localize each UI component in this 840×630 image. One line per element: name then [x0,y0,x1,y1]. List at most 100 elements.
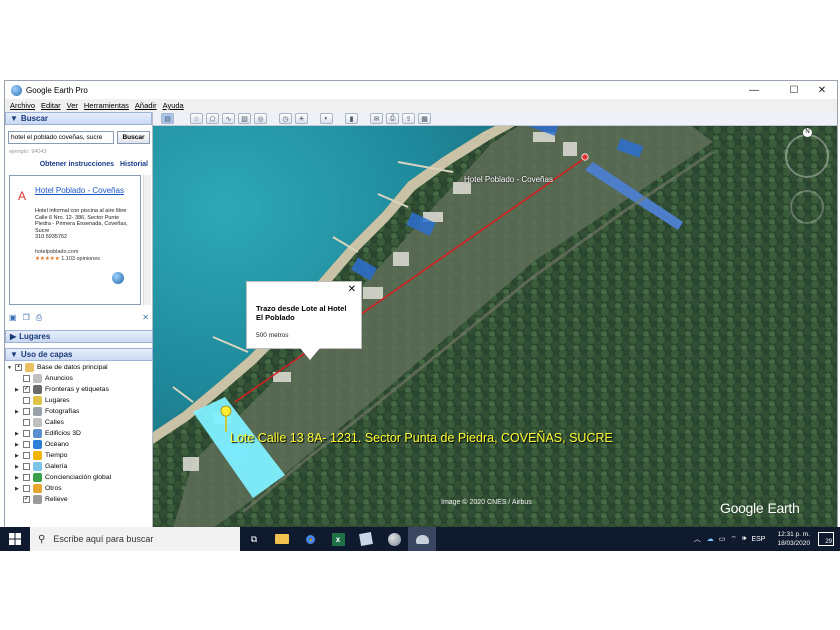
notifications-icon[interactable]: 29 [818,532,834,546]
layer-checkbox[interactable] [23,408,30,415]
layer-checkbox[interactable] [23,430,30,437]
layer-item[interactable]: ▶ Otros [5,483,153,494]
sidebar-toggle-button[interactable]: ▤ [161,113,174,124]
pan-control[interactable] [790,190,824,224]
layer-checkbox[interactable] [23,419,30,426]
layer-checkbox[interactable] [23,463,30,470]
taskbar-search[interactable]: ⚲ Escribe aquí para buscar [30,527,240,551]
close-window-button[interactable]: ✕ [807,81,837,99]
result-website[interactable]: hotelpoblado.com [35,249,78,255]
language-indicator[interactable]: ESP [751,536,765,543]
file-explorer-icon[interactable] [268,527,296,551]
print-icon[interactable]: ⎙ [36,313,42,323]
save-image-button[interactable]: ⇪ [402,113,415,124]
navigation-compass[interactable] [785,134,829,178]
menu-herramientas[interactable]: Herramientas [84,101,129,110]
lote-map-label[interactable]: Lote Calle 13 8A- 1231. Sector Punta de … [230,431,613,445]
menu-ayuda[interactable]: Ayuda [163,101,184,110]
places-panel-header[interactable]: ▶ Lugares [5,330,153,343]
planets-button[interactable]: ◐ [320,113,333,124]
notes-app-icon[interactable] [352,527,380,551]
collapse-icon[interactable]: ▼ [7,365,15,371]
add-folder-icon[interactable]: ▣ [9,313,17,323]
expand-icon[interactable]: ▶ [15,475,23,481]
layer-checkbox[interactable] [23,397,30,404]
network-icon[interactable]: ⌔ [730,535,737,544]
onedrive-icon[interactable]: ☁ [707,535,714,543]
layer-root[interactable]: ▼ ▪ Base de datos principal [5,362,153,373]
excel-icon[interactable]: x [324,527,352,551]
expand-icon[interactable]: ▶ [15,453,23,459]
layer-item[interactable]: Lugares [5,395,153,406]
layer-checkbox[interactable] [23,375,30,382]
layer-item[interactable]: Anuncios [5,373,153,384]
menu-archivo[interactable]: Archivo [10,101,35,110]
search-result[interactable]: A Hotel Poblado - Coveñas Hotel informal… [9,175,141,305]
polygon-button[interactable]: ⬠ [206,113,219,124]
print-button[interactable]: ⎙ [386,113,399,124]
minimize-button[interactable]: — [739,81,769,99]
tour-button[interactable]: ◎ [254,113,267,124]
battery-icon[interactable]: ▭ [719,535,726,543]
sunlight-button[interactable]: ☀ [295,113,308,124]
maximize-button[interactable]: ☐ [779,81,809,99]
globe-icon[interactable] [112,272,124,284]
expand-icon[interactable]: ▶ [15,442,23,448]
rating-text[interactable]: 1.103 opiniones [61,256,100,262]
menu-ver[interactable]: Ver [67,101,78,110]
clock[interactable]: 12:31 p. m. 18/03/2020 [777,530,810,548]
layer-item[interactable]: ▶ Edificios 3D [5,428,153,439]
layer-checkbox[interactable] [23,474,30,481]
search-input[interactable] [8,131,114,144]
get-directions-link[interactable]: Obtener instrucciones [40,161,114,168]
active-app-icon[interactable] [408,527,436,551]
maps-button[interactable]: ▦ [418,113,431,124]
layer-item[interactable]: ✓ Relieve [5,494,153,505]
layer-item[interactable]: ▶ Fotografías [5,406,153,417]
expand-icon[interactable]: ▶ [15,464,23,470]
search-panel-header[interactable]: ▼ Buscar [5,112,152,125]
layer-checkbox[interactable] [23,485,30,492]
balloon-close-button[interactable]: ✕ [348,284,356,295]
tray-chevron-icon[interactable]: ︿ [694,534,701,544]
expand-icon[interactable]: ▶ [15,409,23,415]
clear-search-icon[interactable]: ✕ [142,313,149,323]
placemark-button[interactable]: ☆ [190,113,203,124]
email-button[interactable]: ✉ [370,113,383,124]
layer-checkbox[interactable] [23,452,30,459]
volume-icon[interactable]: 🕪 [742,535,746,543]
result-scrollbar[interactable] [143,175,151,305]
task-view-icon[interactable]: ⧉ [240,527,268,551]
menu-editar[interactable]: Editar [41,101,61,110]
layer-item[interactable]: Calles [5,417,153,428]
layer-item[interactable]: ▶ Tiempo [5,450,153,461]
google-earth-window: Google Earth Pro — ☐ ✕ Archivo Editar Ve… [4,80,838,550]
expand-icon[interactable]: ▶ [15,387,23,393]
balloon-tail [300,348,320,360]
ruler-button[interactable]: ▮ [345,113,358,124]
path-button[interactable]: ∿ [222,113,235,124]
overlay-button[interactable]: ▧ [238,113,251,124]
result-name-link[interactable]: Hotel Poblado - Coveñas [35,186,130,195]
expand-icon[interactable]: ▶ [15,486,23,492]
expand-icon[interactable]: ▶ [15,431,23,437]
layer-root-checkbox[interactable]: ▪ [15,364,22,371]
layer-item[interactable]: ▶ Océano [5,439,153,450]
hotel-map-label[interactable]: Hotel Poblado - Coveñas [464,175,553,184]
copy-icon[interactable]: ❐ [23,313,30,323]
north-indicator[interactable]: N [803,128,812,137]
historical-imagery-button[interactable]: ◷ [279,113,292,124]
layer-checkbox[interactable] [23,441,30,448]
start-button[interactable] [0,527,30,551]
layer-item[interactable]: ▶ Concienciación global [5,472,153,483]
layer-item[interactable]: ▶ Galería [5,461,153,472]
google-earth-taskbar-icon[interactable] [380,527,408,551]
chrome-icon[interactable] [296,527,324,551]
layer-checkbox[interactable]: ✓ [23,386,30,393]
layers-panel-header[interactable]: ▼ Uso de capas [5,348,153,361]
layer-checkbox[interactable]: ✓ [23,496,30,503]
layer-item[interactable]: ▶ ✓ Fronteras y etiquetas [5,384,153,395]
history-link[interactable]: Historial [120,161,148,168]
menu-anadir[interactable]: Añadir [135,101,157,110]
search-button[interactable]: Buscar [117,131,150,144]
